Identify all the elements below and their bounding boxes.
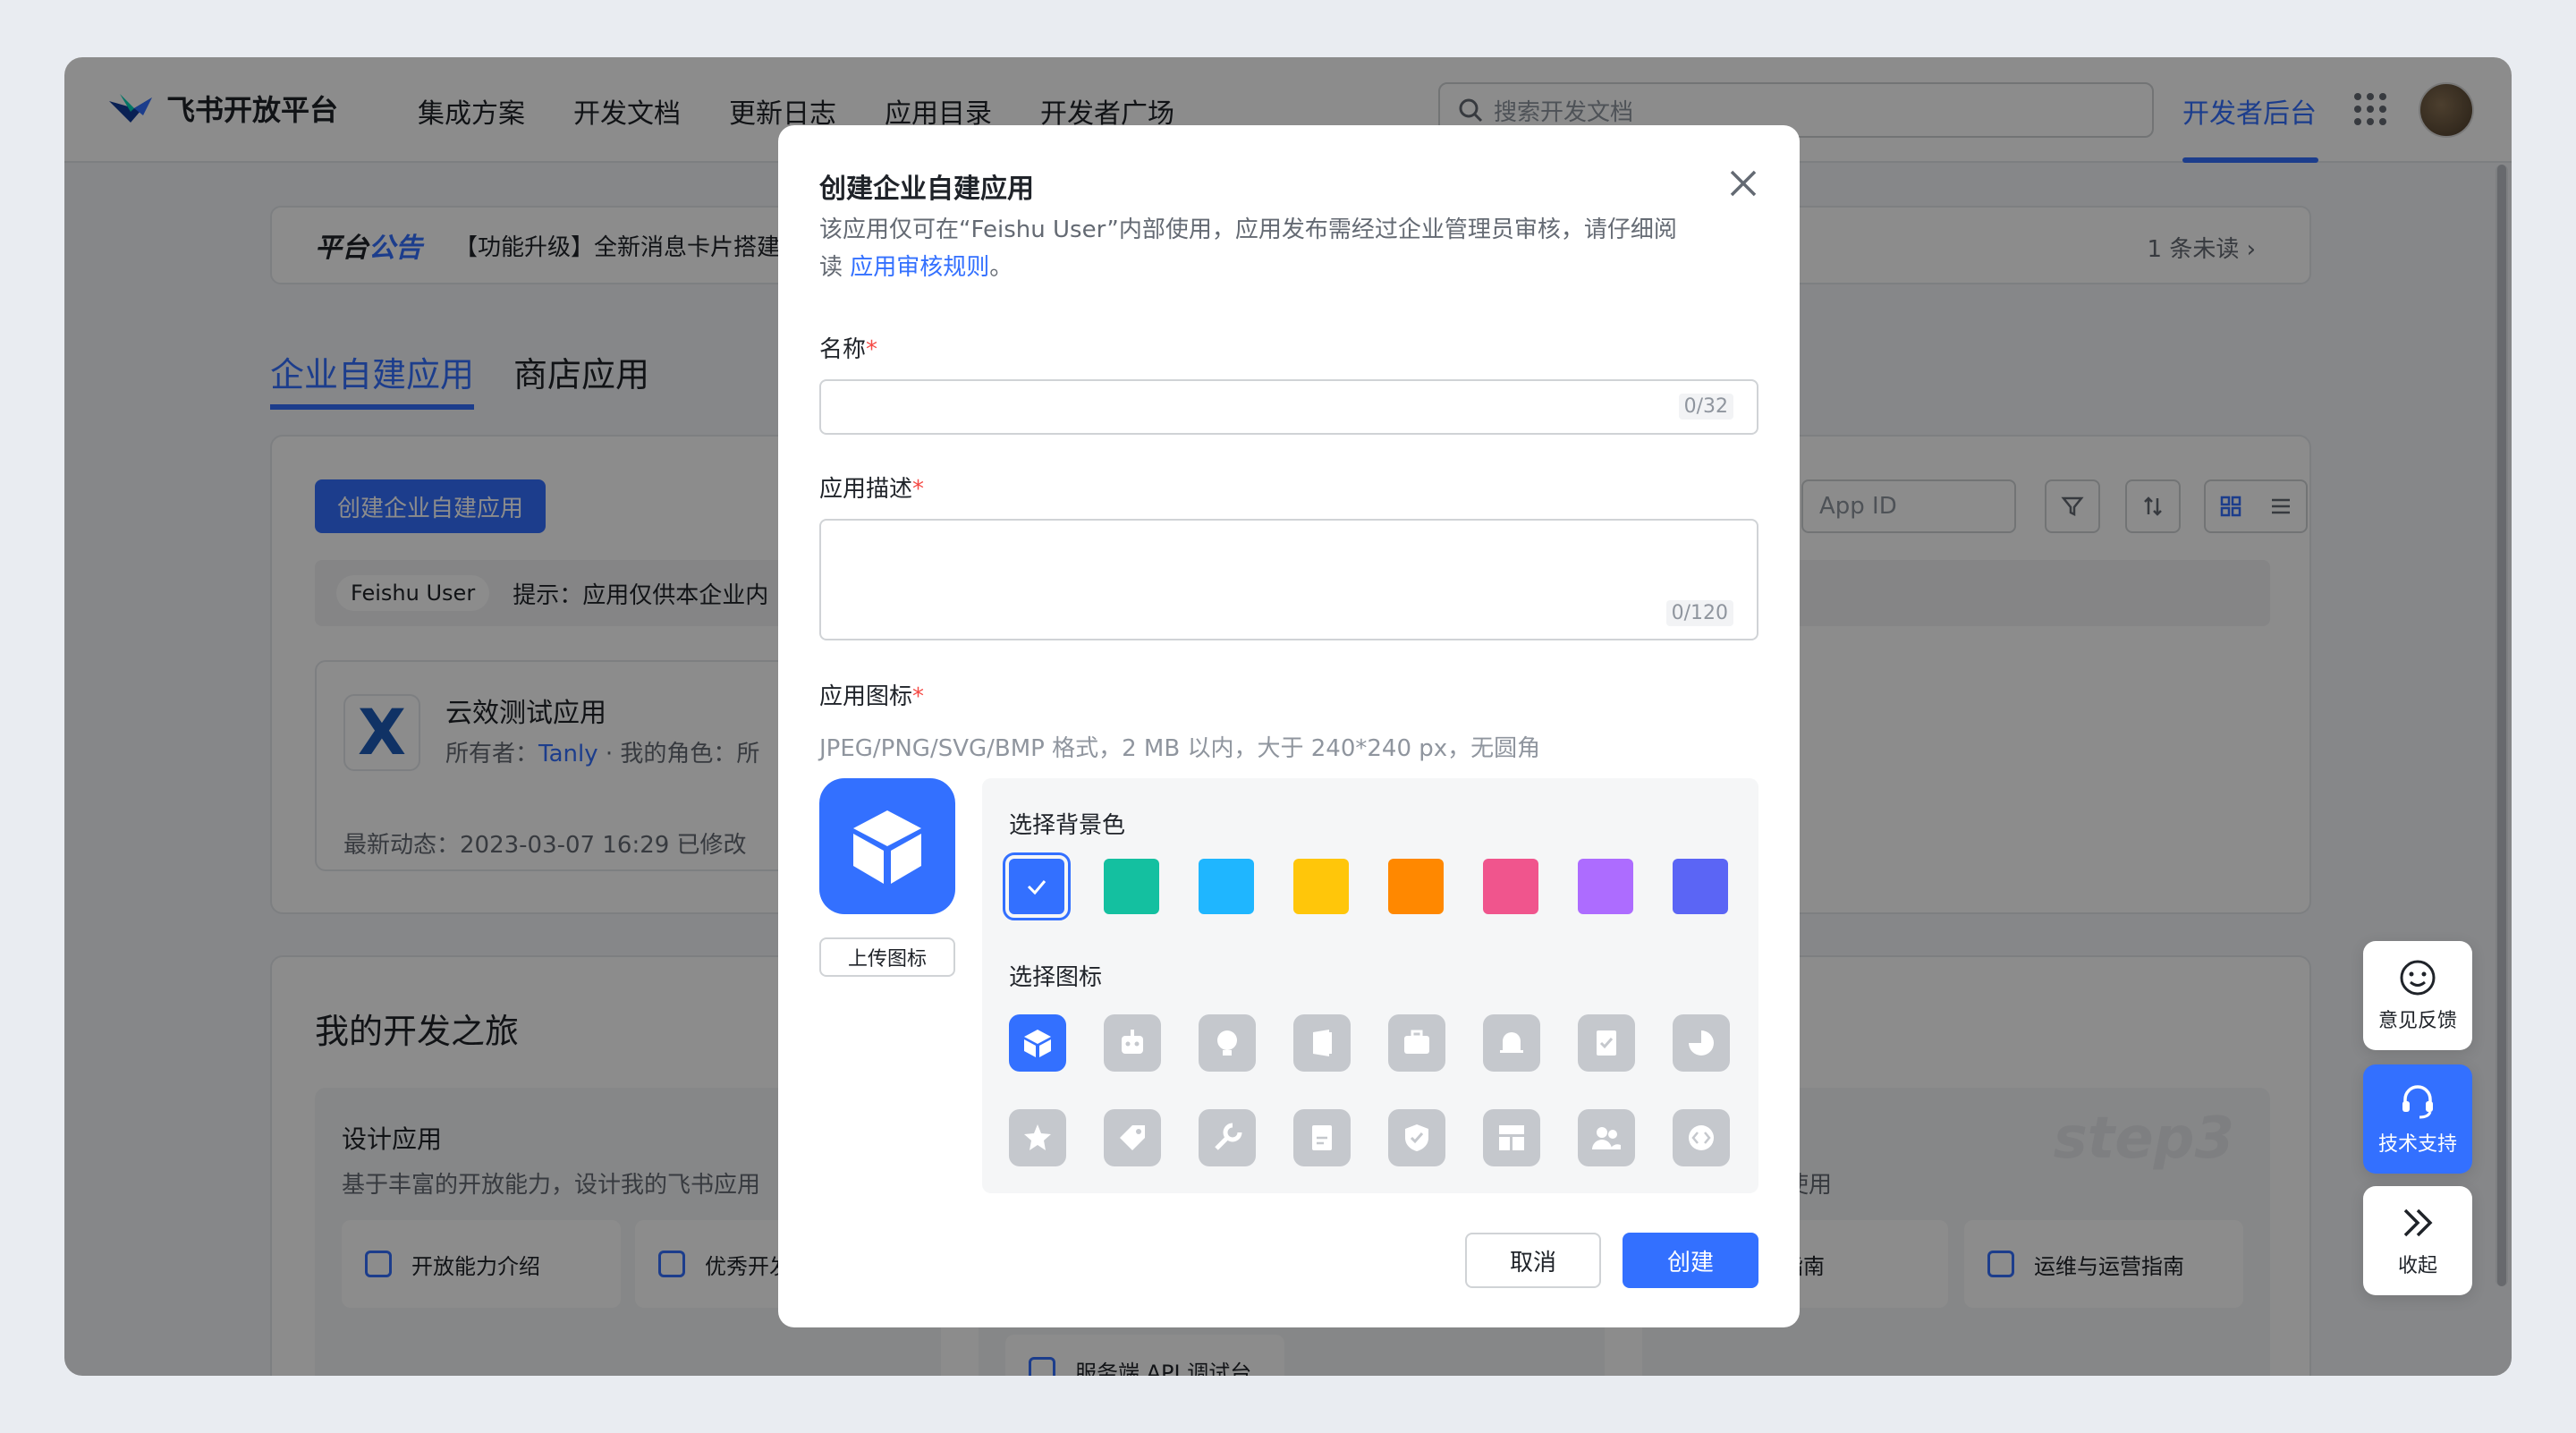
feedback-button[interactable]: 意见反馈 [2363,941,2472,1050]
icon-picker: 选择背景色 选择图标 [982,778,1758,1193]
description-label: 应用描述* [819,476,925,503]
cancel-button[interactable]: 取消 [1465,1233,1601,1288]
layout-icon[interactable] [1483,1109,1540,1166]
tag-icon[interactable] [1104,1109,1161,1166]
bg-swatch-pink[interactable] [1483,859,1538,914]
tech-support-button[interactable]: 技术支持 [2363,1064,2472,1174]
cube-icon[interactable] [1009,1014,1066,1072]
collapse-label: 收起 [2397,1255,2437,1277]
cube-icon [853,810,921,884]
icon-label: 应用图标* [819,683,925,710]
name-input[interactable]: 0/32 [819,379,1758,435]
feedback-label: 意见反馈 [2377,1010,2457,1032]
name-label: 名称* [819,336,878,363]
bg-swatch-indigo[interactable] [1673,859,1728,914]
shield-icon[interactable] [1388,1109,1445,1166]
collapse-button[interactable]: 收起 [2363,1186,2472,1295]
check-icon [1027,880,1046,895]
code-icon[interactable] [1673,1109,1730,1166]
name-char-count: 0/32 [1678,394,1733,420]
bg-swatch-purple[interactable] [1578,859,1633,914]
close-icon[interactable] [1724,165,1762,202]
create-button[interactable]: 创建 [1623,1233,1758,1288]
icon-select-label: 选择图标 [1009,964,1103,991]
description-char-count: 0/120 [1665,600,1733,626]
star-icon[interactable] [1009,1109,1066,1166]
bg-color-label: 选择背景色 [1009,812,1126,839]
bulb-icon[interactable] [1199,1014,1256,1072]
bg-swatch-orange[interactable] [1388,859,1444,914]
robot-icon[interactable] [1104,1014,1161,1072]
checklist-icon[interactable] [1578,1014,1635,1072]
bg-swatch-yellow[interactable] [1293,859,1349,914]
tech-support-label: 技术支持 [2377,1133,2457,1156]
chevrons-right-icon [2403,1208,2433,1237]
bg-swatch-blue[interactable] [1003,852,1071,920]
bg-swatch-teal[interactable] [1104,859,1159,914]
wrench-icon[interactable] [1199,1109,1256,1166]
smile-icon [2400,960,2436,996]
icon-preview [819,778,955,914]
icon-format-hint: JPEG/PNG/SVG/BMP 格式，2 MB 以内，大于 240*240 p… [819,735,1541,762]
pie-icon[interactable] [1673,1014,1730,1072]
people-icon[interactable] [1578,1109,1635,1166]
door-icon[interactable] [1293,1014,1351,1072]
upload-icon-button[interactable]: 上传图标 [819,937,955,977]
create-app-dialog: 创建企业自建应用 该应用仅可在“Feishu User”内部使用，应用发布需经过… [778,125,1800,1327]
bell-icon[interactable] [1483,1014,1540,1072]
doc-icon[interactable] [1293,1109,1351,1166]
dialog-description: 该应用仅可在“Feishu User”内部使用，应用发布需经过企业管理员审核，请… [819,216,1677,281]
review-rules-link[interactable]: 应用审核规则 [850,254,989,281]
headset-icon [2402,1085,2433,1119]
briefcase-icon[interactable] [1388,1014,1445,1072]
description-textarea[interactable]: 0/120 [819,519,1758,640]
bg-swatch-sky[interactable] [1199,859,1254,914]
dialog-title: 创建企业自建应用 [819,174,1034,205]
